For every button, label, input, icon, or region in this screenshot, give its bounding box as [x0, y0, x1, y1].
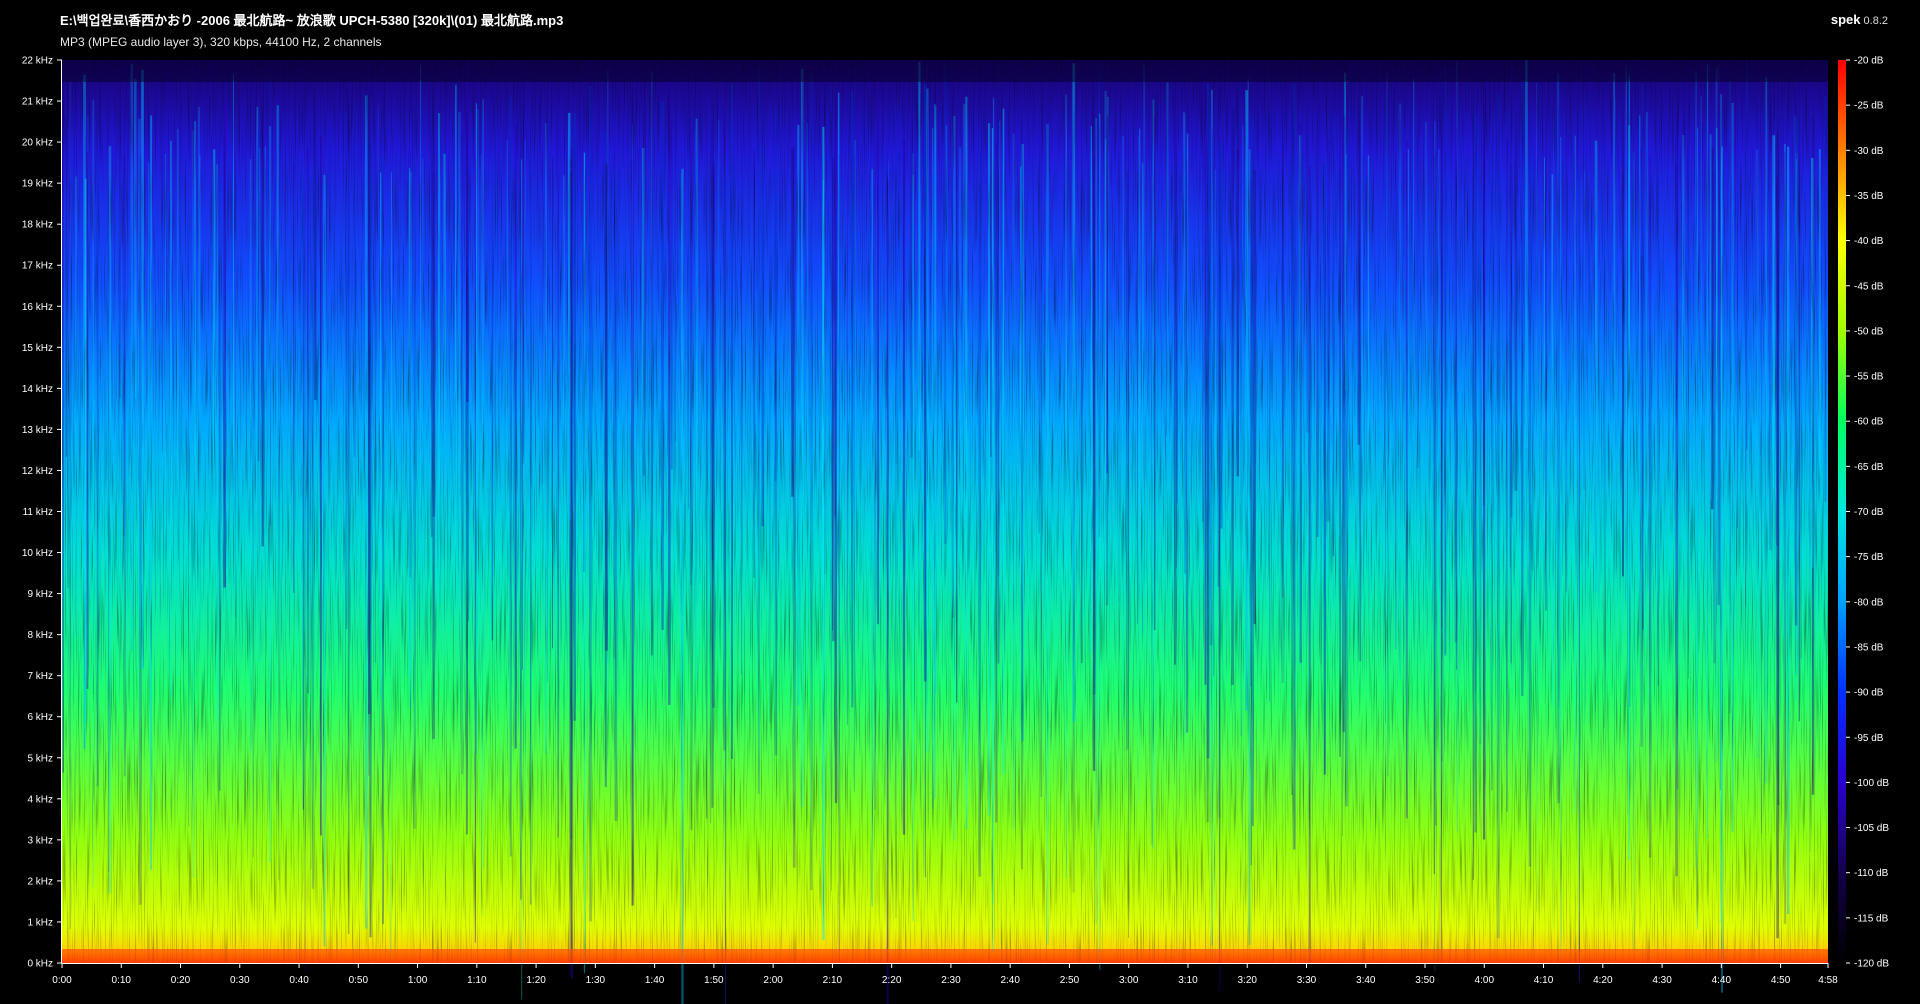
y-tick-label: 16 kHz: [22, 302, 53, 313]
x-tick-label: 4:20: [1593, 975, 1613, 986]
x-tick-label: 0:50: [349, 975, 369, 986]
colorbar-tick-label: -120 dB: [1854, 959, 1889, 970]
frequency-axis: 0 kHz 1 kHz 2 kHz 3 kHz 4 kHz 5 kHz 6 kHz 7 kHz…: [22, 56, 62, 970]
x-tick-label: 2:50: [1060, 975, 1080, 986]
x-tick-label: 0:10: [112, 975, 132, 986]
spectrogram-top-band: [62, 60, 1828, 82]
y-tick-label: 14 kHz: [22, 384, 53, 395]
y-tick-label: 17 kHz: [22, 261, 53, 272]
x-tick-label: 4:58: [1818, 975, 1838, 986]
x-tick-label: 0:30: [230, 975, 250, 986]
x-tick-label: 3:00: [1119, 975, 1139, 986]
y-tick-label: 4 kHz: [27, 794, 53, 805]
x-tick-label: 2:10: [823, 975, 843, 986]
colorbar-tick-label: -110 dB: [1854, 868, 1889, 879]
x-tick-label: 2:00: [763, 975, 783, 986]
x-tick-label: 2:30: [941, 975, 961, 986]
y-tick-label: 11 kHz: [23, 507, 53, 518]
y-tick-label: 19 kHz: [22, 179, 53, 190]
colorbar-tick-label: -90 dB: [1854, 688, 1884, 699]
colorbar-tick-label: -65 dB: [1854, 462, 1884, 473]
y-tick-label: 8 kHz: [27, 630, 53, 641]
colorbar-gradient: [1838, 60, 1846, 963]
colorbar-tick-label: -80 dB: [1854, 597, 1884, 608]
y-tick-label: 18 kHz: [22, 220, 53, 231]
colorbar-tick-label: -100 dB: [1854, 778, 1889, 789]
y-tick-label: 2 kHz: [27, 876, 53, 887]
x-tick-label: 2:20: [882, 975, 902, 986]
spectrogram-texture: [62, 60, 1828, 963]
y-tick-label: 10 kHz: [22, 548, 53, 559]
colorbar-tick-label: -45 dB: [1854, 281, 1884, 292]
colorbar-tick-label: -35 dB: [1854, 191, 1884, 202]
y-tick-label: 22 kHz: [22, 56, 53, 67]
colorbar-tick-label: -50 dB: [1854, 326, 1884, 337]
y-tick-label: 12 kHz: [22, 466, 53, 477]
x-tick-label: 0:20: [171, 975, 191, 986]
y-tick-label: 9 kHz: [27, 589, 53, 600]
db-colorbar: -20 dB -25 dB -30 dB -35 dB -40 dB -45 dB -50 …: [1838, 56, 1889, 970]
y-tick-label: 21 kHz: [22, 97, 53, 108]
y-tick-label: 0 kHz: [27, 959, 53, 970]
x-tick-label: 4:30: [1652, 975, 1672, 986]
x-tick-label: 4:40: [1712, 975, 1732, 986]
y-tick-label: 20 kHz: [22, 138, 53, 149]
colorbar-tick-label: -30 dB: [1854, 146, 1884, 157]
y-tick-label: 6 kHz: [27, 712, 53, 723]
y-tick-label: 1 kHz: [27, 917, 53, 928]
x-tick-label: 0:00: [52, 975, 72, 986]
colorbar-tick-label: -25 dB: [1854, 101, 1884, 112]
x-tick-label: 1:10: [467, 975, 487, 986]
y-tick-label: 15 kHz: [22, 343, 53, 354]
x-tick-label: 0:40: [289, 975, 309, 986]
x-tick-label: 1:20: [526, 975, 546, 986]
x-tick-label: 4:00: [1475, 975, 1495, 986]
spectrogram-area: [62, 60, 1828, 1004]
x-tick-label: 4:10: [1534, 975, 1554, 986]
colorbar-tick-label: -20 dB: [1854, 56, 1884, 67]
x-tick-label: 3:30: [1297, 975, 1317, 986]
x-tick-label: 1:00: [408, 975, 428, 986]
spectrogram-bass-band: [62, 949, 1828, 963]
x-tick-label: 3:50: [1415, 975, 1435, 986]
colorbar-tick-label: -70 dB: [1854, 507, 1884, 518]
y-tick-label: 7 kHz: [27, 671, 53, 682]
x-tick-label: 2:40: [1000, 975, 1020, 986]
spectrogram-chart: 0 kHz 1 kHz 2 kHz 3 kHz 4 kHz 5 kHz 6 kHz 7 kHz…: [22, 56, 1889, 1004]
colorbar-tick-label: -85 dB: [1854, 642, 1884, 653]
x-tick-label: 1:30: [586, 975, 606, 986]
colorbar-tick-label: -40 dB: [1854, 236, 1884, 247]
time-axis: 0:00 0:10 0:20 0:30 0:40 0:50 1:00 1:10 1:20 1:30…: [52, 963, 1838, 986]
colorbar-tick-label: -105 dB: [1854, 823, 1889, 834]
y-tick-label: 13 kHz: [22, 425, 53, 436]
x-tick-label: 3:20: [1238, 975, 1258, 986]
colorbar-tick-label: -55 dB: [1854, 372, 1884, 383]
x-tick-label: 3:10: [1178, 975, 1198, 986]
x-tick-label: 1:50: [704, 975, 724, 986]
y-tick-label: 5 kHz: [27, 753, 53, 764]
colorbar-tick-label: -95 dB: [1854, 733, 1884, 744]
x-tick-label: 1:40: [645, 975, 665, 986]
x-tick-label: 4:50: [1771, 975, 1791, 986]
spek-window: E:\백업완료\香西かおり -2006 最北航路~ 放浪歌 UPCH-5380 …: [0, 0, 1920, 1004]
colorbar-tick-label: -75 dB: [1854, 552, 1884, 563]
y-tick-label: 3 kHz: [27, 835, 53, 846]
colorbar-tick-label: -115 dB: [1854, 913, 1889, 924]
colorbar-tick-label: -60 dB: [1854, 417, 1884, 428]
x-tick-label: 3:40: [1356, 975, 1376, 986]
